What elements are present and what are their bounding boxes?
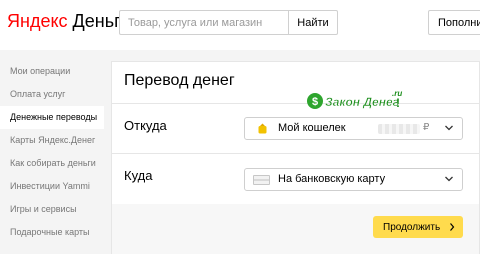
search-input[interactable] (119, 10, 289, 35)
page-title: Перевод денег (124, 72, 235, 89)
chevron-down-icon (445, 176, 453, 182)
from-select[interactable]: Мой кошелек ₽ (244, 117, 463, 140)
divider (112, 103, 479, 104)
to-select[interactable]: На банковскую карту (244, 168, 463, 191)
transfer-card: Перевод денег Откуда Мой кошелек ₽ Куда … (111, 61, 480, 254)
svg-text:$: $ (312, 96, 318, 108)
zakon-deneg-watermark-logo: $ Закон Денег .ru ! (307, 89, 402, 110)
bank-card-icon (253, 175, 270, 185)
sidebar-item-games[interactable]: Игры и сервисы (0, 198, 104, 221)
search-button[interactable]: Найти (288, 10, 338, 35)
header-bar: Яндекс Деньги Найти Пополни (0, 0, 480, 44)
svg-text:Закон Денег: Закон Денег (325, 95, 400, 109)
sidebar-nav: Мои операции Оплата услуг Денежные перев… (0, 60, 104, 244)
sidebar-item-payments[interactable]: Оплата услуг (0, 83, 104, 106)
blurred-balance (378, 124, 420, 134)
logo-yandex-text: Яндекс (7, 11, 68, 31)
sidebar-item-transfers[interactable]: Денежные переводы (0, 106, 104, 129)
topup-button[interactable]: Пополни (428, 10, 480, 35)
from-label: Откуда (124, 118, 167, 133)
sidebar-item-gift-cards[interactable]: Подарочные карты (0, 221, 104, 244)
sidebar-item-operations[interactable]: Мои операции (0, 60, 104, 83)
divider (112, 153, 479, 154)
to-select-value: На банковскую карту (278, 173, 386, 185)
to-label: Куда (124, 168, 153, 183)
yandex-money-logo[interactable]: Яндекс Деньги (7, 11, 131, 31)
chevron-down-icon (445, 125, 453, 131)
from-select-value: Мой кошелек (278, 122, 346, 134)
continue-button[interactable]: Продолжить (373, 216, 463, 238)
sidebar-item-fundraising[interactable]: Как собирать деньги (0, 152, 104, 175)
svg-text:!: ! (396, 96, 400, 110)
sidebar-item-investments[interactable]: Инвестиции Yammi (0, 175, 104, 198)
sidebar-item-cards[interactable]: Карты Яндекс.Денег (0, 129, 104, 152)
currency-symbol: ₽ (423, 122, 430, 133)
chevron-right-icon (450, 223, 455, 231)
wallet-icon (258, 123, 267, 134)
continue-button-label: Продолжить (383, 221, 441, 233)
